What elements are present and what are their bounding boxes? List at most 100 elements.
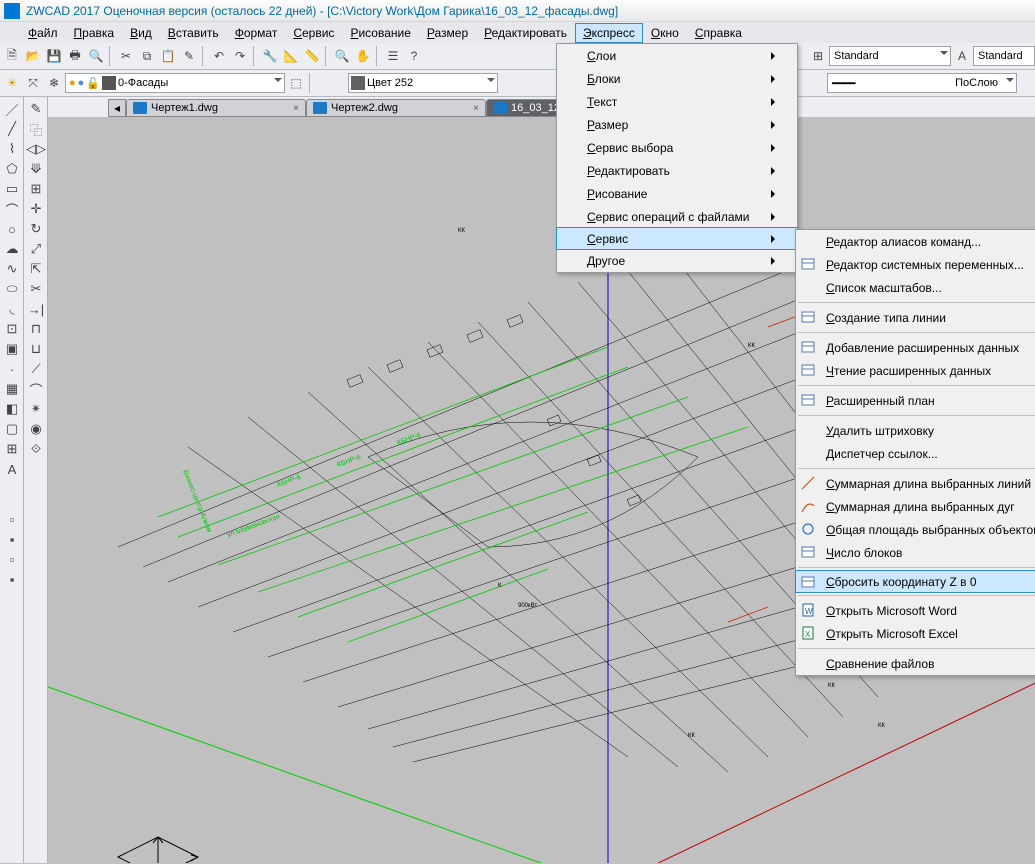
new-icon[interactable]: 🗎 — [2, 46, 22, 66]
zoom-icon[interactable]: 🔍 — [332, 46, 352, 66]
menu-правка[interactable]: Правка — [66, 23, 123, 43]
submenu-item[interactable]: Список масштабов... — [796, 276, 1035, 299]
misc2-icon[interactable]: 📐 — [281, 46, 301, 66]
offset-icon[interactable]: ⟱ — [26, 159, 46, 179]
menu-файл[interactable]: Файл — [20, 23, 66, 43]
hatch-icon[interactable]: ▦ — [2, 379, 22, 399]
submenu-item[interactable]: Суммарная длина выбранных дуг — [796, 495, 1035, 518]
layer-tool1-icon[interactable]: ▫ — [2, 509, 22, 529]
menu-редактировать[interactable]: Редактировать — [476, 23, 575, 43]
submenu-item[interactable]: Добавление расширенных данных — [796, 336, 1035, 359]
modify-extra2-icon[interactable]: ⟐ — [26, 439, 46, 459]
layer-tool3-icon[interactable]: ▫ — [2, 549, 22, 569]
submenu-item[interactable]: Суммарная длина выбранных линий — [796, 472, 1035, 495]
print-icon[interactable]: 🖶 — [65, 46, 85, 66]
undo-icon[interactable]: ↶ — [209, 46, 229, 66]
menu-item[interactable]: Рисование — [557, 182, 797, 205]
mtext-icon[interactable]: A — [2, 459, 22, 479]
menu-экспресс[interactable]: Экспресс — [575, 23, 643, 43]
menu-формат[interactable]: Формат — [227, 23, 286, 43]
submenu-item[interactable]: Чтение расширенных данных — [796, 359, 1035, 382]
textstyle-combo[interactable]: Standard — [973, 46, 1035, 66]
preview-icon[interactable]: 🔍 — [86, 46, 106, 66]
tab-scroll-left[interactable]: ◂ — [108, 99, 126, 117]
layer-manager-icon[interactable]: ☀ — [2, 73, 22, 93]
submenu-item[interactable]: WОткрыть Microsoft Word — [796, 599, 1035, 622]
fillet-icon[interactable]: ⌒ — [26, 379, 46, 399]
open-icon[interactable]: 📂 — [23, 46, 43, 66]
dimstyle-icon[interactable]: ⊞ — [808, 46, 828, 66]
submenu-item[interactable]: Редактор алиасов команд... — [796, 230, 1035, 253]
submenu-item[interactable]: Удалить штриховку — [796, 419, 1035, 442]
submenu-item[interactable]: Число блоков — [796, 541, 1035, 564]
misc3-icon[interactable]: 📏 — [302, 46, 322, 66]
stretch-icon[interactable]: ⇱ — [26, 259, 46, 279]
break-icon[interactable]: ⊓ — [26, 319, 46, 339]
submenu-item[interactable]: Расширенный план — [796, 389, 1035, 412]
menu-item[interactable]: Другое — [557, 249, 797, 272]
menu-размер[interactable]: Размер — [419, 23, 476, 43]
file-tab[interactable]: Чертеж2.dwg× — [306, 99, 486, 117]
join-icon[interactable]: ⊔ — [26, 339, 46, 359]
props-icon[interactable]: ☰ — [383, 46, 403, 66]
menu-вставить[interactable]: Вставить — [160, 23, 227, 43]
menu-item[interactable]: Сервис — [556, 227, 798, 250]
ellipse-icon[interactable]: ⬭ — [2, 279, 22, 299]
make-block-icon[interactable]: ▣ — [2, 339, 22, 359]
paste-icon[interactable]: 📋 — [158, 46, 178, 66]
explode-icon[interactable]: ✴ — [26, 399, 46, 419]
cut-icon[interactable]: ✂ — [116, 46, 136, 66]
scale-icon[interactable]: ⤢ — [26, 239, 46, 259]
submenu-item[interactable]: XОткрыть Microsoft Excel — [796, 622, 1035, 645]
textstyle-icon[interactable]: A — [952, 46, 972, 66]
layer-combo[interactable]: ● ● 🔓 0-Фасады — [65, 73, 285, 93]
ellipse-arc-icon[interactable]: ◟ — [2, 299, 22, 319]
menu-вид[interactable]: Вид — [122, 23, 160, 43]
line-icon[interactable]: ／ — [2, 99, 22, 119]
arc-icon[interactable]: ⌒ — [2, 199, 22, 219]
layer-freeze-icon[interactable]: ❄ — [44, 73, 64, 93]
table-icon[interactable]: ⊞ — [2, 439, 22, 459]
layer-tool2-icon[interactable]: ▪ — [2, 529, 22, 549]
rotate-icon[interactable]: ↻ — [26, 219, 46, 239]
misc-icon[interactable]: 🔧 — [260, 46, 280, 66]
menu-item[interactable]: Слои — [557, 44, 797, 67]
region-icon[interactable]: ▢ — [2, 419, 22, 439]
chamfer-icon[interactable]: ⟋ — [26, 359, 46, 379]
menu-справка[interactable]: Справка — [687, 23, 750, 43]
submenu-item[interactable]: Диспетчер ссылок... — [796, 442, 1035, 465]
polyline-icon[interactable]: ⌇ — [2, 139, 22, 159]
array-icon[interactable]: ⊞ — [26, 179, 46, 199]
file-tab[interactable]: Чертеж1.dwg× — [126, 99, 306, 117]
menu-item[interactable]: Текст — [557, 90, 797, 113]
circle-icon[interactable]: ○ — [2, 219, 22, 239]
point-icon[interactable]: · — [2, 359, 22, 379]
menu-рисование[interactable]: Рисование — [342, 23, 418, 43]
menu-item[interactable]: Размер — [557, 113, 797, 136]
save-icon[interactable]: 💾 — [44, 46, 64, 66]
help-icon[interactable]: ? — [404, 46, 424, 66]
insert-block-icon[interactable]: ⊡ — [2, 319, 22, 339]
submenu-item[interactable]: Сбросить координату Z в 0 — [795, 570, 1035, 593]
pan-icon[interactable]: ✋ — [353, 46, 373, 66]
submenu-item[interactable]: Сравнение файлов — [796, 652, 1035, 675]
match-icon[interactable]: ✎ — [179, 46, 199, 66]
menu-item[interactable]: Сервис операций с файлами — [557, 205, 797, 228]
submenu-item[interactable]: Создание типа линии — [796, 306, 1035, 329]
dimstyle-combo[interactable]: Standard — [829, 46, 951, 66]
menu-сервис[interactable]: Сервис — [285, 23, 342, 43]
layer-tool-icon[interactable]: ⬚ — [286, 73, 306, 93]
submenu-item[interactable]: Редактор системных переменных... — [796, 253, 1035, 276]
copy-icon[interactable]: ⧉ — [137, 46, 157, 66]
rectangle-icon[interactable]: ▭ — [2, 179, 22, 199]
copy-obj-icon[interactable]: ⿻ — [26, 119, 46, 139]
construction-line-icon[interactable]: ╱ — [2, 119, 22, 139]
menu-окно[interactable]: Окно — [643, 23, 687, 43]
erase-icon[interactable]: ✎ — [26, 99, 46, 119]
layer-tool4-icon[interactable]: ▪ — [2, 569, 22, 589]
express-menu[interactable]: СлоиБлокиТекстРазмерСервис выбораРедакти… — [556, 43, 798, 273]
gradient-icon[interactable]: ◧ — [2, 399, 22, 419]
redo-icon[interactable]: ↷ — [230, 46, 250, 66]
modify-extra-icon[interactable]: ◉ — [26, 419, 46, 439]
linetype-combo[interactable]: ━━━━ ПоСлою — [827, 73, 1017, 93]
